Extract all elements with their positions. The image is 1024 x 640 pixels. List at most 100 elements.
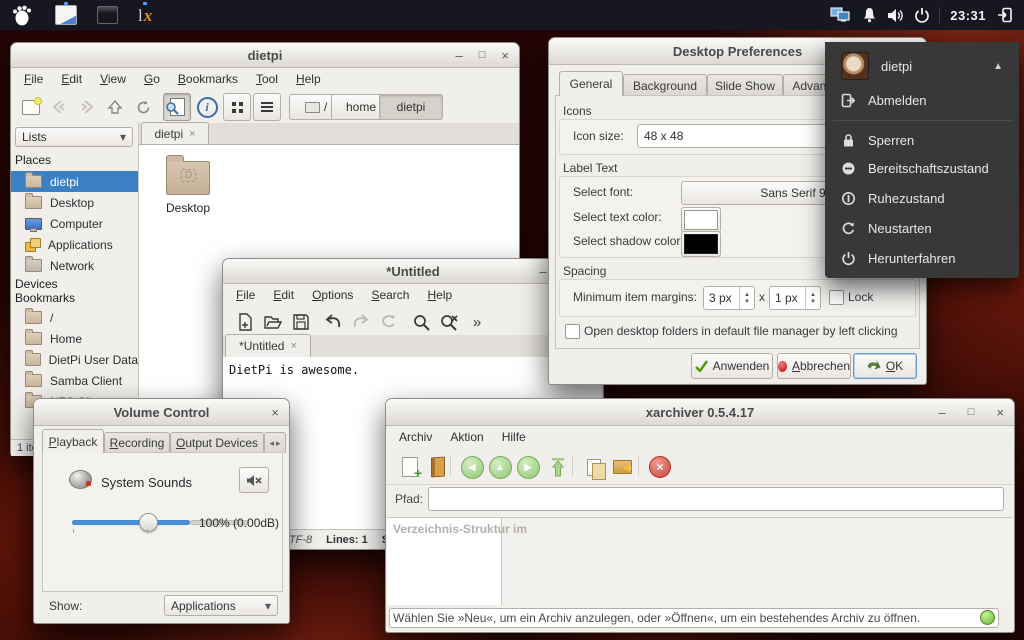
fm-titlebar[interactable]: dietpi – □ × bbox=[11, 43, 519, 68]
path-current-button[interactable]: dietpi bbox=[379, 94, 443, 120]
tab-output-devices[interactable]: Output Devices bbox=[170, 432, 264, 453]
file-list-panel[interactable] bbox=[502, 517, 1012, 606]
sidebar-item-desktop[interactable]: Desktop bbox=[11, 192, 138, 213]
minimize-button[interactable]: – bbox=[456, 49, 463, 62]
new-tab-button[interactable] bbox=[17, 93, 45, 121]
up-button[interactable]: ▲ bbox=[486, 453, 514, 481]
menu-go[interactable]: Go bbox=[135, 69, 169, 89]
tab-playback[interactable]: Playback bbox=[42, 429, 104, 453]
menu-edit[interactable]: Edit bbox=[264, 285, 303, 305]
minimize-button[interactable]: – bbox=[939, 406, 946, 419]
menu-item-lock[interactable]: Sperren bbox=[825, 126, 1019, 154]
bookmark-root[interactable]: / bbox=[11, 307, 138, 328]
tab-scroll-left-icon[interactable]: ◂ bbox=[269, 438, 274, 449]
tab-close-icon[interactable]: × bbox=[290, 340, 296, 352]
collapse-arrow-icon[interactable]: ▲ bbox=[993, 61, 1003, 72]
icon-view-button[interactable] bbox=[223, 93, 251, 121]
sidebar-item-network[interactable]: Network bbox=[11, 255, 138, 276]
path-entry[interactable] bbox=[428, 487, 1004, 511]
redo-button[interactable] bbox=[347, 308, 375, 336]
menu-item-logout[interactable]: Abmelden bbox=[825, 86, 1019, 114]
spinner-arrows[interactable]: ▲▼ bbox=[805, 287, 820, 309]
extract-button[interactable] bbox=[608, 453, 636, 481]
menu-tool[interactable]: Tool bbox=[247, 69, 287, 89]
applications-menu-button[interactable] bbox=[6, 2, 38, 28]
tab-slide-show[interactable]: Slide Show bbox=[707, 74, 783, 96]
text-color-button[interactable] bbox=[681, 207, 721, 233]
back-button[interactable]: ◀ bbox=[458, 453, 486, 481]
margin-y-spinner[interactable]: 1 px ▲▼ bbox=[769, 286, 821, 310]
text-editor-launcher[interactable]: lx bbox=[133, 2, 157, 28]
tab-background[interactable]: Background bbox=[623, 74, 707, 96]
editor-tab-untitled[interactable]: *Untitled × bbox=[225, 334, 311, 357]
tab-recording[interactable]: Recording bbox=[104, 432, 170, 453]
search-button[interactable] bbox=[407, 308, 435, 336]
menu-item-hibernate[interactable]: Ruhezustand bbox=[825, 184, 1019, 212]
maximize-button[interactable]: □ bbox=[479, 50, 486, 61]
menu-item-suspend[interactable]: Bereitschaftszustand bbox=[825, 154, 1019, 182]
fm-tab-dietpi[interactable]: dietpi × bbox=[141, 122, 209, 144]
refresh-button[interactable] bbox=[129, 93, 157, 121]
margin-x-spinner[interactable]: 3 px ▲▼ bbox=[703, 286, 755, 310]
list-view-button[interactable] bbox=[253, 93, 281, 121]
show-combo[interactable]: Applications ▾ bbox=[164, 595, 278, 616]
volume-indicator[interactable] bbox=[882, 2, 909, 28]
logout-button[interactable] bbox=[992, 2, 1018, 28]
xarchiver-titlebar[interactable]: xarchiver 0.5.4.17 – □ × bbox=[386, 399, 1014, 426]
volume-titlebar[interactable]: Volume Control × bbox=[34, 399, 289, 426]
sidebar-mode-combo[interactable]: Lists ▾ bbox=[15, 127, 133, 147]
menu-bookmarks[interactable]: Bookmarks bbox=[169, 69, 247, 89]
undo-button[interactable] bbox=[319, 308, 347, 336]
ok-button[interactable]: OK bbox=[853, 353, 917, 379]
network-indicator[interactable] bbox=[825, 2, 857, 28]
tab-scroll-buttons[interactable]: ◂ ▸ bbox=[264, 432, 286, 453]
up-button[interactable] bbox=[101, 93, 129, 121]
forward-button[interactable] bbox=[73, 93, 101, 121]
file-item-desktop[interactable]: Desktop bbox=[153, 161, 223, 215]
tab-scroll-right-icon[interactable]: ▸ bbox=[276, 438, 281, 449]
menu-item-shutdown[interactable]: Herunterfahren bbox=[825, 244, 1019, 272]
menu-edit[interactable]: Edit bbox=[52, 69, 91, 89]
refresh-button[interactable] bbox=[375, 308, 403, 336]
power-indicator[interactable] bbox=[909, 2, 935, 28]
tab-general[interactable]: General bbox=[559, 71, 623, 96]
spinner-arrows[interactable]: ▲▼ bbox=[739, 287, 754, 309]
maximize-button[interactable]: □ bbox=[968, 407, 975, 418]
close-button[interactable]: × bbox=[996, 406, 1004, 419]
menu-view[interactable]: View bbox=[91, 69, 135, 89]
menu-help[interactable]: Help bbox=[287, 69, 330, 89]
open-folders-checkbox[interactable] bbox=[565, 324, 580, 339]
apply-button[interactable]: Anwenden bbox=[691, 353, 773, 379]
replace-button[interactable] bbox=[435, 308, 463, 336]
bookmark-home[interactable]: Home bbox=[11, 328, 138, 349]
menu-archiv[interactable]: Archiv bbox=[390, 427, 441, 447]
back-button[interactable] bbox=[45, 93, 73, 121]
open-archive-button[interactable] bbox=[424, 453, 452, 481]
find-files-button[interactable] bbox=[163, 93, 191, 121]
notifications-indicator[interactable] bbox=[857, 2, 882, 28]
lock-checkbox[interactable] bbox=[829, 290, 844, 305]
add-files-button[interactable] bbox=[580, 453, 608, 481]
bookmark-dietpi-user-data[interactable]: DietPi User Data bbox=[11, 349, 138, 370]
menu-file[interactable]: File bbox=[227, 285, 264, 305]
toolbar-overflow-button[interactable]: » bbox=[463, 308, 491, 336]
tab-close-icon[interactable]: × bbox=[189, 128, 195, 140]
new-archive-button[interactable]: + bbox=[396, 453, 424, 481]
close-button[interactable]: × bbox=[501, 49, 509, 62]
stop-button[interactable]: × bbox=[646, 453, 674, 481]
new-document-button[interactable] bbox=[231, 308, 259, 336]
terminal-launcher[interactable] bbox=[92, 2, 123, 28]
sidebar-item-dietpi[interactable]: dietpi bbox=[11, 171, 138, 192]
menu-options[interactable]: Options bbox=[303, 285, 362, 305]
bookmark-samba-client[interactable]: Samba Client bbox=[11, 370, 138, 391]
shadow-color-button[interactable] bbox=[681, 231, 721, 257]
sidebar-item-applications[interactable]: Applications bbox=[11, 234, 138, 255]
menu-aktion[interactable]: Aktion bbox=[441, 427, 492, 447]
session-user-row[interactable]: dietpi ▲ bbox=[825, 50, 1019, 82]
open-button[interactable] bbox=[259, 308, 287, 336]
menu-search[interactable]: Search bbox=[362, 285, 418, 305]
close-button[interactable]: × bbox=[271, 406, 279, 419]
properties-button[interactable]: i bbox=[193, 93, 221, 121]
forward-button[interactable]: ▶ bbox=[514, 453, 542, 481]
menu-file[interactable]: File bbox=[15, 69, 52, 89]
